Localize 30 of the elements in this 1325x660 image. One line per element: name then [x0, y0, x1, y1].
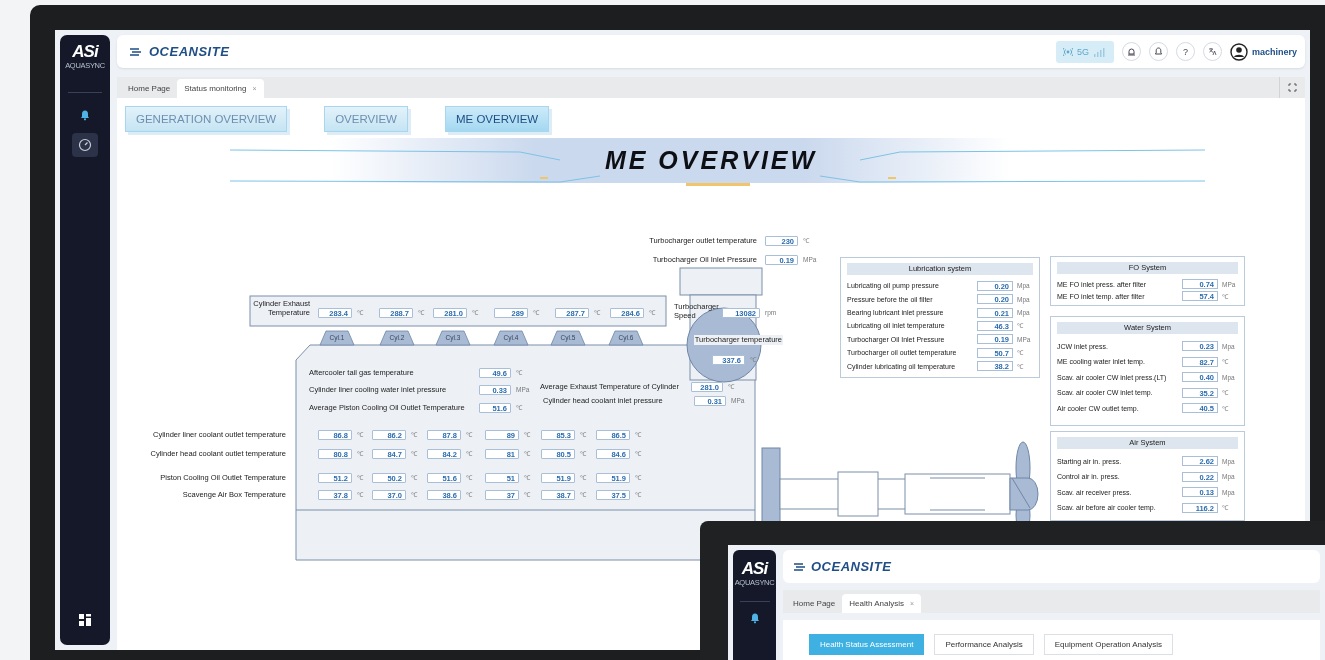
menu-icon[interactable] — [129, 46, 141, 57]
tab[interactable]: Home Page — [786, 594, 843, 613]
user-name[interactable]: machinery — [1251, 46, 1297, 57]
avatar-icon[interactable] — [1229, 42, 1248, 61]
translate-icon — [1207, 47, 1217, 56]
grid-icon[interactable] — [78, 613, 92, 627]
language-button[interactable] — [1202, 42, 1222, 61]
analysis-tab[interactable]: Equipment Operation Analysis — [1043, 634, 1173, 655]
alarm-button[interactable] — [1121, 42, 1141, 61]
fullscreen-icon[interactable] — [1288, 83, 1297, 92]
signal-icon — [1092, 46, 1107, 57]
page-title: ME OVERVIEW — [604, 147, 818, 173]
alarm-light-icon — [1126, 47, 1136, 56]
view-tab[interactable]: ME OVERVIEW — [444, 106, 550, 132]
bell-icon[interactable] — [748, 612, 761, 624]
analysis-tab[interactable]: Performance Analysis — [934, 634, 1034, 655]
logo-mark: ASi — [72, 43, 98, 61]
brand-name: OCEANSITE — [811, 559, 892, 574]
antenna-icon — [1062, 46, 1073, 57]
network-status: 5G — [1055, 40, 1114, 63]
bell-icon — [79, 109, 91, 121]
sidebar-item[interactable] — [72, 133, 98, 157]
help-button[interactable]: ? — [1175, 42, 1195, 61]
notification-button[interactable] — [1148, 42, 1168, 61]
menu-icon[interactable] — [793, 561, 805, 572]
bell-icon — [1153, 47, 1163, 56]
logo-mark: ASi — [741, 560, 768, 578]
brand-name: OCEANSITE — [149, 44, 230, 59]
tab[interactable]: Home Page — [121, 79, 178, 98]
gauge-icon — [78, 138, 92, 152]
